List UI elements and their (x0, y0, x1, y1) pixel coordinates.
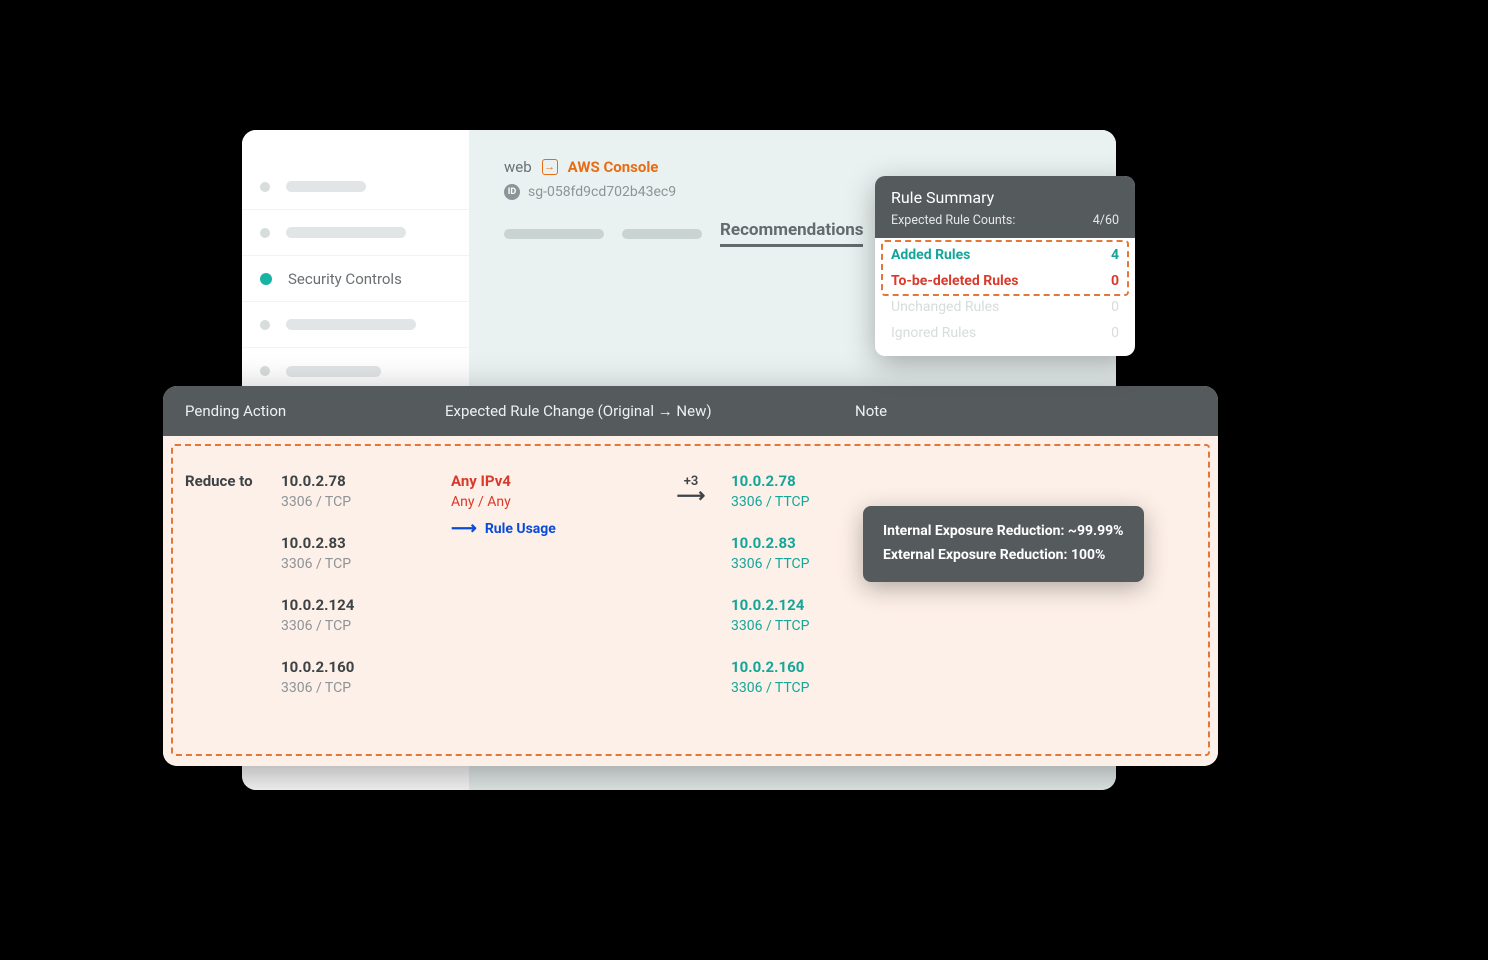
arrow-right-icon: ⟶ (451, 520, 477, 538)
expected-counts-label: Expected Rule Counts: (891, 213, 1015, 228)
recommendations-body: Reduce to 10.0.2.78 3306 / TCP 10.0.2.83… (163, 436, 1218, 766)
recommendations-panel: Pending Action Expected Rule Change (Ori… (163, 386, 1218, 766)
resource-id: sg-058fd9cd702b43ec9 (528, 184, 676, 200)
tab-recommendations[interactable]: Recommendations (720, 220, 863, 247)
placeholder-bar (286, 319, 416, 330)
target-ips: 10.0.2.78 3306 / TCP 10.0.2.83 3306 / TC… (281, 472, 451, 720)
rule-usage-label: Rule Usage (485, 521, 556, 537)
col-note: Note (855, 402, 1196, 420)
title-row: web AWS Console (504, 158, 1116, 176)
original-rule-line1: Any IPv4 (451, 472, 651, 490)
internal-exposure-line: Internal Exposure Reduction: ~99.99% (883, 520, 1124, 544)
summary-row-added: Added Rules 4 (875, 242, 1135, 268)
arrow-right-icon: ⟶ (677, 489, 706, 501)
dot-icon (260, 182, 270, 192)
new-ip: 10.0.2.124 (731, 596, 891, 614)
sidebar-item-placeholder[interactable] (242, 164, 469, 210)
rule-summary-title: Rule Summary (891, 188, 1119, 207)
tab-placeholder[interactable] (622, 229, 702, 239)
reduce-to-label: Reduce to (185, 472, 281, 490)
added-rules-label: Added Rules (891, 247, 970, 263)
summary-row-deleted: To-be-deleted Rules 0 (875, 268, 1135, 294)
active-dot-icon (260, 273, 272, 285)
ignored-rules-value: 0 (1111, 325, 1119, 341)
placeholder-bar (286, 366, 381, 377)
tab-placeholder[interactable] (504, 229, 604, 239)
sidebar-item-placeholder[interactable] (242, 210, 469, 256)
new-port-proto: 3306 / TTCP (731, 618, 891, 634)
id-badge-icon: ID (504, 184, 520, 200)
rule-usage-link[interactable]: ⟶ Rule Usage (451, 520, 556, 538)
expected-counts-value: 4/60 (1093, 213, 1119, 228)
transition-indicator: +3 ⟶ (651, 472, 731, 720)
sidebar-item-placeholder[interactable] (242, 302, 469, 348)
dot-icon (260, 228, 270, 238)
port-proto: 3306 / TCP (281, 618, 451, 634)
col-pending-action: Pending Action (185, 402, 445, 420)
ip-address: 10.0.2.160 (281, 658, 451, 676)
new-port-proto: 3306 / TTCP (731, 680, 891, 696)
placeholder-bar (286, 181, 366, 192)
exposure-reduction-tooltip: Internal Exposure Reduction: ~99.99% Ext… (863, 506, 1144, 582)
table-row: 10.0.2.78 3306 / TTCP (731, 472, 891, 510)
ip-address: 10.0.2.124 (281, 596, 451, 614)
port-proto: 3306 / TCP (281, 680, 451, 696)
ignored-rules-label: Ignored Rules (891, 325, 976, 341)
unchanged-rules-value: 0 (1111, 299, 1119, 315)
port-proto: 3306 / TCP (281, 556, 451, 572)
rule-summary-popover: Rule Summary Expected Rule Counts: 4/60 … (875, 176, 1135, 356)
added-rules-value: 4 (1111, 247, 1119, 263)
original-rule: Any IPv4 Any / Any ⟶ Rule Usage (451, 472, 651, 720)
sidebar-item-label: Security Controls (288, 270, 402, 288)
ip-address: 10.0.2.83 (281, 534, 451, 552)
recommendations-header: Pending Action Expected Rule Change (Ori… (163, 386, 1218, 436)
external-exposure-line: External Exposure Reduction: 100% (883, 544, 1124, 568)
table-row: 10.0.2.160 3306 / TCP (281, 658, 451, 696)
rule-summary-list: Added Rules 4 To-be-deleted Rules 0 Unch… (875, 238, 1135, 356)
dot-icon (260, 320, 270, 330)
resource-name: web (504, 158, 532, 176)
sidebar-item-security[interactable]: Security Controls (242, 256, 469, 302)
external-link-icon[interactable] (542, 159, 558, 175)
port-proto: 3306 / TCP (281, 494, 451, 510)
col-expected-change: Expected Rule Change (Original → New) (445, 402, 855, 420)
deleted-rules-value: 0 (1111, 273, 1119, 289)
original-rule-line2: Any / Any (451, 494, 651, 510)
unchanged-rules-label: Unchanged Rules (891, 299, 999, 315)
new-ip: 10.0.2.78 (731, 472, 891, 490)
table-row: 10.0.2.78 3306 / TCP (281, 472, 451, 510)
aws-console-link[interactable]: AWS Console (568, 158, 659, 176)
deleted-rules-label: To-be-deleted Rules (891, 273, 1019, 289)
summary-row-ignored: Ignored Rules 0 (875, 320, 1135, 346)
table-row: 10.0.2.124 3306 / TCP (281, 596, 451, 634)
pending-action-cell: Reduce to (185, 472, 281, 720)
table-row: 10.0.2.83 3306 / TCP (281, 534, 451, 572)
table-row: 10.0.2.124 3306 / TTCP (731, 596, 891, 634)
table-row: 10.0.2.160 3306 / TTCP (731, 658, 891, 696)
ip-address: 10.0.2.78 (281, 472, 451, 490)
summary-row-unchanged: Unchanged Rules 0 (875, 294, 1135, 320)
new-ip: 10.0.2.160 (731, 658, 891, 676)
dot-icon (260, 366, 270, 376)
rule-summary-header: Rule Summary Expected Rule Counts: 4/60 (875, 176, 1135, 238)
placeholder-bar (286, 227, 406, 238)
